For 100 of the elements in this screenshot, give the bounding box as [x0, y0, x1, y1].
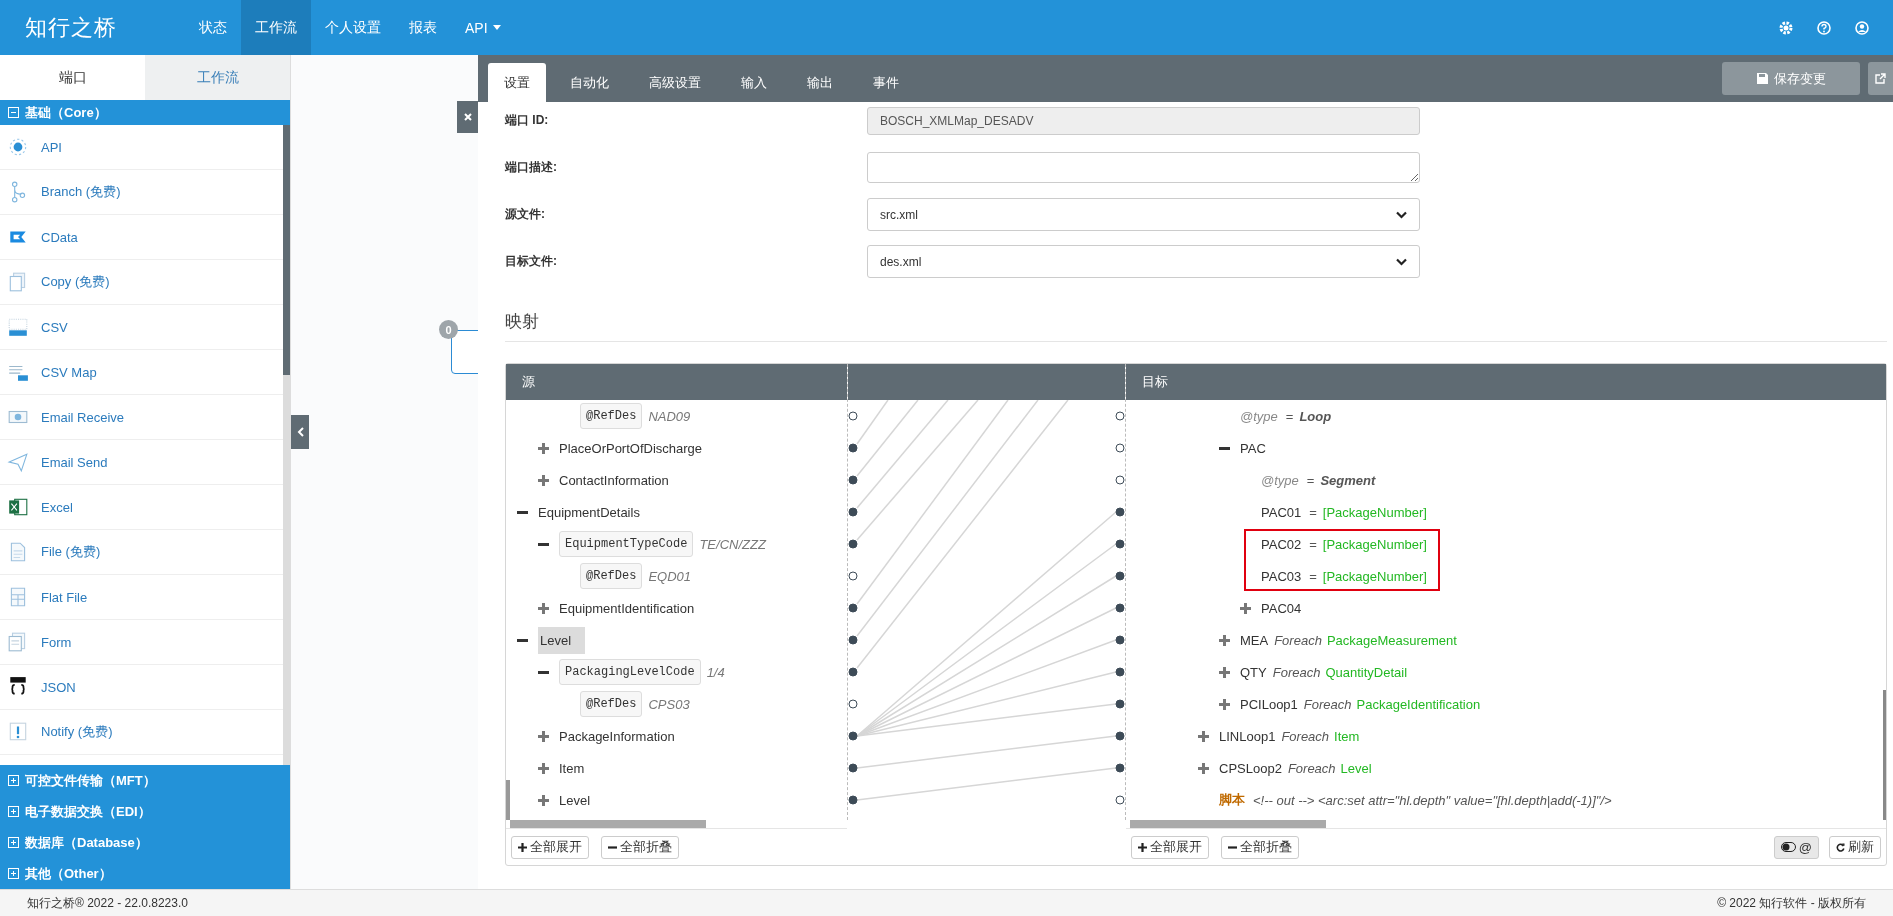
connector-dot[interactable] [1115, 475, 1125, 485]
plus-icon[interactable] [1198, 730, 1209, 742]
expand-all-button[interactable]: 全部展开 [511, 835, 589, 859]
connector-item[interactable]: Form [0, 620, 283, 665]
tree-node-label[interactable]: CPSLoop2 [1219, 755, 1282, 781]
tree-node-label[interactable]: PAC03 [1261, 563, 1302, 589]
collapse-handle[interactable] [291, 415, 309, 449]
tree-node-label[interactable]: PAC [1240, 435, 1266, 461]
tree-node-label[interactable]: QTY [1240, 659, 1267, 685]
connector-dot[interactable] [1115, 603, 1125, 613]
panel-tab[interactable]: 事件 [857, 63, 915, 102]
connector-item[interactable]: Excel [0, 485, 283, 530]
connector-item[interactable]: Copy (免费) [0, 260, 283, 305]
field-tag[interactable]: PackagingLevelCode [559, 659, 701, 685]
expand-all-button[interactable]: 全部展开 [1131, 835, 1209, 859]
connector-dot[interactable] [848, 571, 858, 581]
connector-item[interactable]: CSV [0, 305, 283, 350]
dropdown-field[interactable]: src.xml [867, 198, 1420, 231]
connector-dot[interactable] [848, 635, 858, 645]
field-tag[interactable]: EquipmentTypeCode [559, 531, 694, 557]
dropdown-field[interactable]: des.xml [867, 245, 1420, 278]
connector-dot[interactable] [1115, 571, 1125, 581]
tree-node-label[interactable]: PackageInformation [559, 723, 675, 749]
user-icon[interactable] [1855, 20, 1869, 35]
tree-node-label[interactable]: Item [559, 755, 585, 781]
plus-icon[interactable] [538, 602, 549, 614]
scrollbar-thumb[interactable] [1883, 690, 1886, 820]
connector-dot[interactable] [848, 539, 858, 549]
panel-tab[interactable]: 输入 [725, 63, 783, 102]
plus-icon[interactable] [538, 730, 549, 742]
connector-dot[interactable] [1115, 699, 1125, 709]
connector-dot[interactable] [1115, 539, 1125, 549]
plus-icon[interactable] [538, 442, 549, 454]
connector-dot[interactable] [848, 507, 858, 517]
tree-node-label[interactable]: Level [559, 787, 591, 813]
scrollbar-thumb[interactable] [283, 125, 290, 375]
connector-dot[interactable] [1115, 443, 1125, 453]
plus-icon[interactable] [538, 762, 549, 774]
refresh-button[interactable]: 刷新 [1829, 835, 1881, 859]
connector-dot[interactable] [848, 475, 858, 485]
description-field[interactable] [867, 152, 1420, 183]
plus-icon[interactable] [538, 794, 549, 806]
attributes-toggle[interactable]: @ [1773, 835, 1819, 859]
nav-item[interactable]: 工作流 [241, 0, 311, 55]
panel-tab[interactable]: 自动化 [554, 63, 625, 102]
tree-node-label[interactable]: PCILoop1 [1240, 691, 1298, 717]
tree-node-label[interactable]: Level [538, 626, 586, 654]
connector-item[interactable]: CData [0, 215, 283, 260]
tree-node-label[interactable]: PlaceOrPortOfDischarge [559, 435, 703, 461]
connector-dot[interactable] [848, 603, 858, 613]
tree-node-label[interactable]: LINLoop1 [1219, 723, 1276, 749]
connector-item[interactable]: File (免费) [0, 530, 283, 575]
collapse-all-button[interactable]: 全部折叠 [1221, 835, 1299, 859]
panel-tab[interactable]: 高级设置 [633, 63, 717, 102]
connector-dot[interactable] [848, 443, 858, 453]
help-icon[interactable] [1817, 20, 1831, 35]
plus-icon[interactable] [1198, 762, 1209, 774]
tree-node-label[interactable]: ContactInformation [559, 467, 669, 493]
scrollbar-thumb[interactable] [1130, 820, 1326, 828]
field-tag[interactable]: @RefDes [580, 691, 643, 717]
connector-dot[interactable] [848, 411, 858, 421]
plus-icon[interactable] [1219, 666, 1230, 678]
connector-dot[interactable] [1115, 795, 1125, 805]
tree-node-label[interactable]: PAC04 [1261, 595, 1302, 621]
field-tag[interactable]: @RefDes [580, 563, 643, 589]
connector-item[interactable]: JSON [0, 665, 283, 710]
connector-dot[interactable] [1115, 507, 1125, 517]
sidebar-tab[interactable]: 端口 [0, 55, 145, 100]
connector-dot[interactable] [848, 731, 858, 741]
foreach-keyword: Foreach [1274, 632, 1322, 648]
field-tag[interactable]: @RefDes [580, 403, 643, 429]
plus-icon[interactable] [1240, 602, 1251, 614]
panel-tab[interactable]: 设置 [488, 63, 546, 102]
connector-dot[interactable] [1115, 763, 1125, 773]
connector-dot[interactable] [848, 667, 858, 677]
scrollbar-thumb[interactable] [510, 820, 706, 828]
close-button[interactable] [457, 101, 478, 133]
collapse-all-button[interactable]: 全部折叠 [601, 835, 679, 859]
connector-item[interactable]: Email Receive [0, 395, 283, 440]
scrollbar-thumb[interactable] [506, 780, 510, 820]
connector-dot[interactable] [1115, 411, 1125, 421]
tree-node-label[interactable]: PAC01 [1261, 499, 1302, 525]
connector-dot[interactable] [1115, 667, 1125, 677]
connector-item[interactable]: Notify (免费) [0, 710, 283, 755]
plus-icon[interactable] [538, 474, 549, 486]
tree-node-label[interactable]: MEA [1240, 627, 1269, 653]
connector-item[interactable]: Flat File [0, 575, 283, 620]
settings-icon[interactable] [1779, 20, 1793, 35]
plus-icon[interactable] [1219, 698, 1230, 710]
tree-node-label[interactable]: EquipmentIdentification [559, 595, 695, 621]
plus-icon[interactable] [1219, 634, 1230, 646]
tree-node-label[interactable]: EquipmentDetails [538, 499, 640, 525]
connector-dot[interactable] [1115, 731, 1125, 741]
mapping-expression: Level [1340, 760, 1372, 776]
connector-dot[interactable] [1115, 635, 1125, 645]
connector-dot[interactable] [848, 763, 858, 773]
connector-dot[interactable] [848, 795, 858, 805]
connector-dot[interactable] [848, 699, 858, 709]
panel-tab[interactable]: 输出 [791, 63, 849, 102]
tree-node-label[interactable]: PAC02 [1261, 531, 1302, 557]
